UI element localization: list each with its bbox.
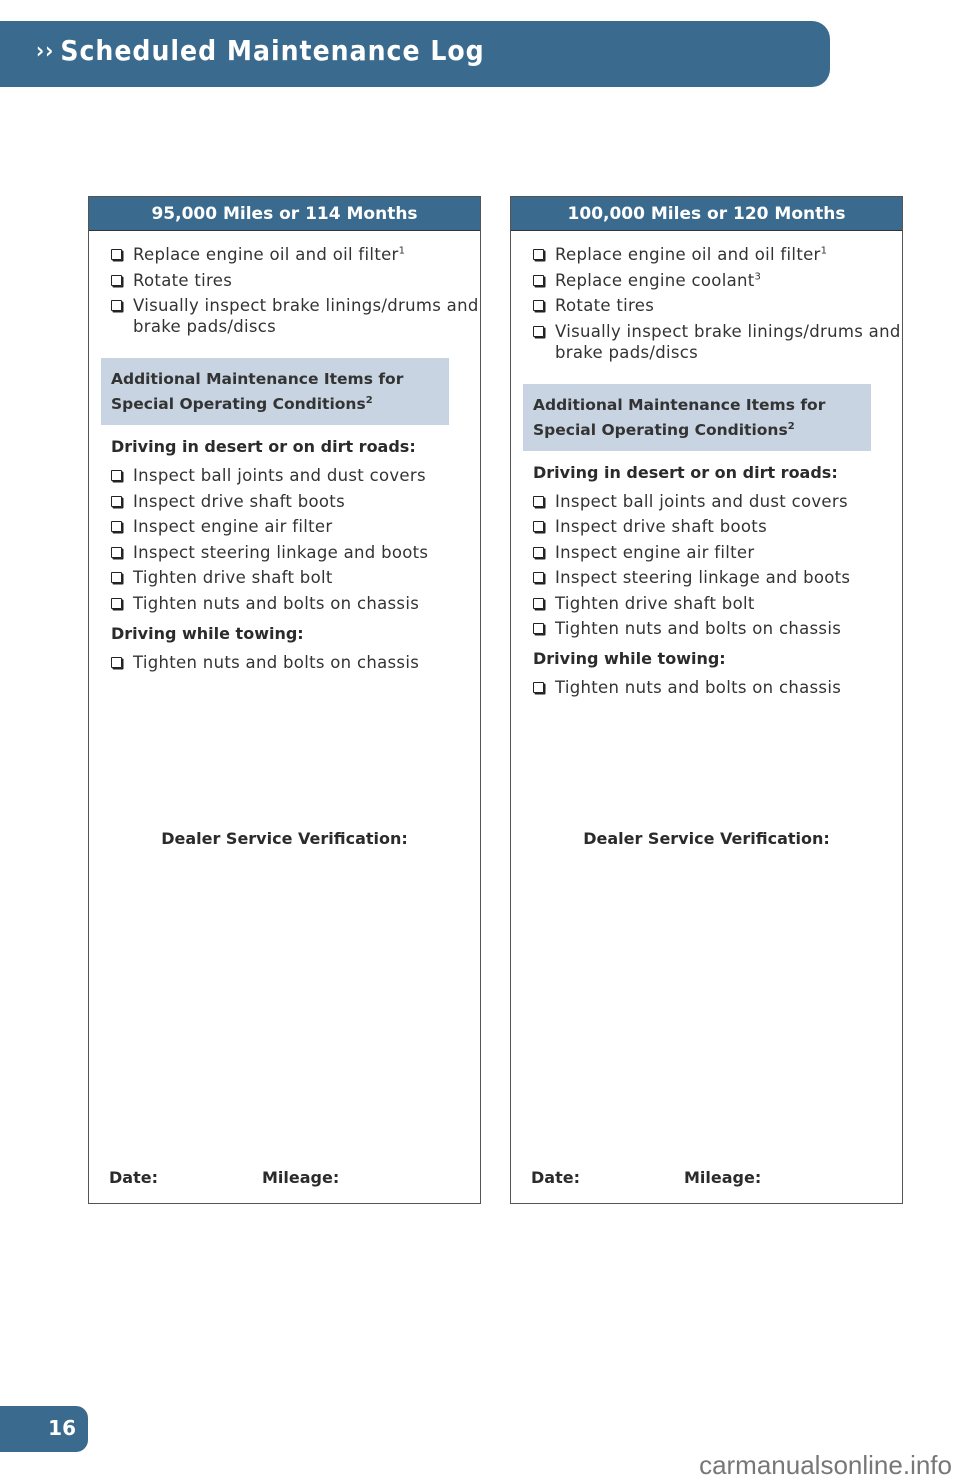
checklist-item[interactable]: Tighten drive shaft bolt: [533, 593, 902, 614]
dealer-verification-label: Dealer Service Verification:: [161, 829, 408, 848]
page-title: ›› Scheduled Maintenance Log: [36, 34, 485, 67]
checkbox-icon[interactable]: [111, 300, 122, 311]
checklist-item[interactable]: Tighten nuts and bolts on chassis: [111, 593, 480, 614]
checkbox-icon[interactable]: [111, 495, 122, 507]
double-chevron-right-icon: ››: [36, 39, 55, 64]
checkbox-icon[interactable]: [533, 682, 544, 693]
checkbox-icon[interactable]: [533, 274, 544, 286]
checklist-item[interactable]: Inspect drive shaft boots: [533, 516, 902, 537]
page-number: 16: [48, 1416, 76, 1440]
footnote-ref: 1: [398, 245, 406, 257]
towing-heading: Driving while towing:: [533, 649, 726, 668]
checkbox-icon[interactable]: [533, 623, 544, 634]
desert-checklist: Inspect ball joints and dust covers Insp…: [511, 491, 902, 640]
additional-title-line1: Additional Maintenance Items for: [533, 395, 826, 414]
card-heading: 100,000 Miles or 120 Months: [511, 197, 902, 231]
checklist-item[interactable]: Rotate tires: [533, 295, 902, 316]
checkbox-icon[interactable]: [111, 656, 122, 668]
checklist-item[interactable]: Visually inspect brake linings/drums and…: [111, 295, 480, 337]
maintenance-card-100000: 100,000 Miles or 120 Months Replace engi…: [510, 196, 903, 1204]
checkbox-icon[interactable]: [111, 249, 122, 260]
checklist-item[interactable]: Inspect steering linkage and boots: [111, 542, 480, 563]
main-checklist: Replace engine oil and oil filter1 Rotat…: [89, 244, 480, 337]
checkbox-icon[interactable]: [533, 249, 544, 260]
additional-title-line2: Special Operating Conditions2: [533, 420, 795, 439]
watermark: carmanualsonline.info: [699, 1450, 952, 1480]
checklist-item[interactable]: Replace engine oil and oil filter1: [533, 244, 902, 265]
checkbox-icon[interactable]: [533, 521, 544, 532]
date-label: Date:: [531, 1168, 580, 1187]
desert-heading: Driving in desert or on dirt roads:: [533, 462, 838, 482]
desert-checklist: Inspect ball joints and dust covers Insp…: [89, 465, 480, 614]
checklist-item[interactable]: Tighten nuts and bolts on chassis: [111, 652, 480, 673]
mileage-label: Mileage:: [684, 1168, 762, 1187]
checkbox-icon[interactable]: [111, 274, 122, 286]
checkbox-icon[interactable]: [111, 597, 122, 609]
date-label: Date:: [109, 1168, 158, 1187]
page-number-tab: 16: [0, 1406, 88, 1452]
footnote-ref: 1: [820, 245, 828, 257]
checklist-item[interactable]: Replace engine coolant3: [533, 270, 902, 291]
towing-checklist: Tighten nuts and bolts on chassis: [89, 652, 480, 673]
checklist-item[interactable]: Tighten drive shaft bolt: [111, 567, 480, 588]
main-checklist: Replace engine oil and oil filter1 Repla…: [511, 244, 902, 363]
checklist-item[interactable]: Inspect drive shaft boots: [111, 491, 480, 512]
page-title-text: Scheduled Maintenance Log: [60, 34, 485, 67]
footnote-ref: 2: [787, 420, 795, 432]
towing-checklist: Tighten nuts and bolts on chassis: [511, 677, 902, 698]
additional-maintenance-box: Additional Maintenance Items for Special…: [523, 383, 871, 451]
checkbox-icon[interactable]: [533, 572, 544, 583]
towing-heading: Driving while towing:: [111, 623, 304, 643]
dealer-verification-label: Dealer Service Verification:: [583, 829, 830, 848]
checkbox-icon[interactable]: [111, 546, 122, 558]
mileage-label: Mileage:: [262, 1168, 340, 1187]
checklist-item[interactable]: Inspect steering linkage and boots: [533, 567, 902, 588]
checkbox-icon[interactable]: [533, 597, 544, 609]
footnote-ref: 2: [365, 394, 373, 406]
desert-heading: Driving in desert or on dirt roads:: [111, 437, 416, 456]
maintenance-card-95000: 95,000 Miles or 114 Months Replace engin…: [88, 196, 481, 1204]
checklist-item[interactable]: Inspect engine air filter: [533, 542, 902, 563]
card-heading: 95,000 Miles or 114 Months: [89, 197, 480, 231]
checklist-item[interactable]: Inspect ball joints and dust covers: [533, 491, 902, 512]
page-title-bar: ›› Scheduled Maintenance Log: [0, 21, 830, 87]
checklist-item[interactable]: Inspect ball joints and dust covers: [111, 465, 480, 486]
checklist-item[interactable]: Rotate tires: [111, 270, 480, 291]
additional-title-line2: Special Operating Conditions2: [111, 394, 373, 413]
checkbox-icon[interactable]: [111, 470, 122, 481]
footnote-ref: 3: [754, 271, 762, 282]
checklist-item[interactable]: Inspect engine air filter: [111, 516, 480, 537]
checkbox-icon[interactable]: [111, 572, 122, 583]
checkbox-icon[interactable]: [111, 521, 122, 532]
checkbox-icon[interactable]: [533, 546, 544, 558]
checklist-item[interactable]: Tighten nuts and bolts on chassis: [533, 677, 902, 698]
checklist-item[interactable]: Replace engine oil and oil filter1: [111, 244, 480, 265]
additional-maintenance-box: Additional Maintenance Items for Special…: [101, 358, 449, 425]
checkbox-icon[interactable]: [533, 495, 544, 507]
checklist-item[interactable]: Visually inspect brake linings/drums and…: [533, 321, 902, 363]
checkbox-icon[interactable]: [533, 325, 544, 337]
checkbox-icon[interactable]: [533, 300, 544, 311]
additional-title-line1: Additional Maintenance Items for: [111, 370, 404, 388]
checklist-item[interactable]: Tighten nuts and bolts on chassis: [533, 618, 902, 639]
